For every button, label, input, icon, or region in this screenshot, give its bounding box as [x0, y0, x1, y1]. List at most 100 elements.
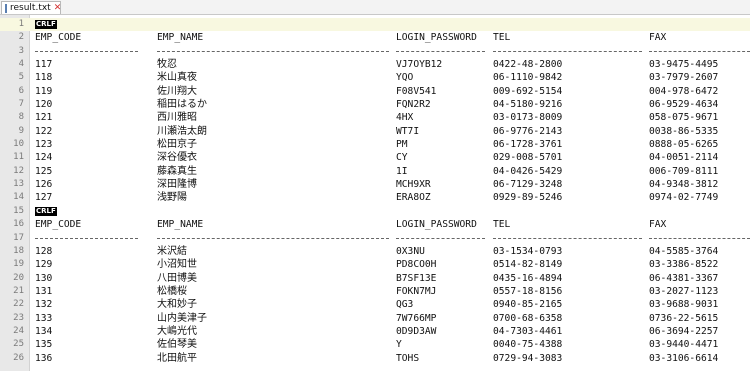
column-header: LOGIN_PASSWORD: [396, 32, 477, 44]
line-number: 25: [13, 339, 24, 350]
tab-label: result.txt: [10, 2, 51, 13]
table-cell: 04-5180-9216: [493, 99, 563, 111]
line-number: 18: [13, 245, 24, 256]
table-cell: 0435-16-4894: [493, 272, 563, 284]
table-row[interactable]: 21 131 松橋桜 FOKN7MJ 0557-18-8156 03-2027-1123: [0, 285, 750, 298]
table-cell: 130: [35, 272, 53, 284]
table-cell: 小沼知世: [157, 259, 197, 271]
file-icon: [5, 3, 7, 13]
table-row[interactable]: 23 133 山内美津子 7W766MP 0700-68-6358 0736-22-561…: [0, 312, 750, 325]
table-cell: 04-7303-4461: [493, 325, 563, 337]
line-number: 16: [13, 219, 24, 230]
table-cell: 松橋桜: [157, 285, 187, 297]
table-cell: 135: [35, 339, 53, 351]
line-number: 8: [18, 112, 24, 123]
table-cell: YQO: [396, 72, 414, 84]
table-cell: 009-692-5154: [493, 85, 563, 97]
table-row[interactable]: 7 120 稲田はるか FQN2R2 04-5180-9216 06-9529-4634: [0, 98, 750, 111]
table-row[interactable]: 8 121 西川雅昭 4HX 03-0173-8009 058-075-9671: [0, 111, 750, 124]
editor-line[interactable]: 15 CRLF: [0, 205, 750, 218]
table-cell: FOKN7MJ: [396, 285, 437, 297]
line-number: 10: [13, 139, 24, 150]
table-cell: VJ7OYB12: [396, 59, 443, 71]
table-cell: 029-008-5701: [493, 152, 563, 164]
table-row[interactable]: 6 119 佐川翔大 F08V541 009-692-5154 004-978-6472: [0, 85, 750, 98]
separator-dashes: [157, 237, 389, 239]
table-cell: 0040-75-4388: [493, 339, 563, 351]
tab-result-txt[interactable]: result.txt ✕: [1, 1, 61, 14]
editor-line[interactable]: 16 EMP_CODE EMP_NAME LOGIN_PASSWORD TEL FAX: [0, 218, 750, 231]
table-row[interactable]: 19 129 小沼知世 PD8CO0H 0514-82-8149 03-3386-8522: [0, 258, 750, 271]
table-cell: PM: [396, 139, 408, 151]
table-cell: 03-0173-8009: [493, 112, 563, 124]
line-number: 12: [13, 165, 24, 176]
editor-line[interactable]: 17: [0, 232, 750, 245]
table-cell: 深田隆博: [157, 179, 197, 191]
table-row[interactable]: 26 136 北田航平 TOHS 0729-94-3083 03-3106-6614: [0, 352, 750, 365]
table-row[interactable]: 11 124 深谷優衣 CY 029-008-5701 04-0051-2114: [0, 151, 750, 164]
table-cell: 米沢結: [157, 245, 187, 257]
table-cell: ERA8OZ: [396, 192, 431, 204]
table-cell: 浅野陽: [157, 192, 187, 204]
editor-line[interactable]: 1 CRLF: [0, 18, 750, 32]
line-number: 13: [13, 179, 24, 190]
table-cell: 川瀬浩太朗: [157, 125, 207, 137]
column-header: FAX: [649, 32, 667, 44]
table-row[interactable]: 5 118 米山真夜 YQO 06-1110-9842 03-7979-2607: [0, 71, 750, 84]
table-cell: 117: [35, 59, 53, 71]
table-cell: Y: [396, 339, 402, 351]
table-cell: 0700-68-6358: [493, 312, 563, 324]
table-row[interactable]: 25 135 佐伯琴美 Y 0040-75-4388 03-9440-4471: [0, 338, 750, 351]
table-row[interactable]: 9 122 川瀬浩太朗 WT7I 06-9776-2143 0038-86-5335: [0, 125, 750, 138]
table-row[interactable]: 18 128 米沢結 0X3NU 03-1534-0793 04-5585-3764: [0, 245, 750, 258]
editor-line[interactable]: 2 EMP_CODE EMP_NAME LOGIN_PASSWORD TEL FAX: [0, 31, 750, 44]
table-cell: 004-978-6472: [649, 85, 719, 97]
table-cell: 大嶋光代: [157, 325, 197, 337]
separator-dashes: [396, 50, 485, 52]
table-cell: 0729-94-3083: [493, 352, 563, 364]
table-cell: 119: [35, 85, 53, 97]
table-row[interactable]: 4 117 牧忍 VJ7OYB12 0422-48-2800 03-9475-4495: [0, 58, 750, 71]
table-row[interactable]: 20 130 八田博美 B7SF13E 0435-16-4894 06-4381-3367: [0, 272, 750, 285]
table-cell: 大和妙子: [157, 299, 197, 311]
table-cell: 131: [35, 285, 53, 297]
table-row[interactable]: 10 123 松田京子 PM 06-1728-3761 0888-05-6265: [0, 138, 750, 151]
table-cell: 123: [35, 139, 53, 151]
line-number: 2: [18, 32, 24, 43]
table-cell: 北田航平: [157, 352, 197, 364]
column-header: EMP_NAME: [157, 32, 204, 44]
table-cell: 03-9440-4471: [649, 339, 719, 351]
table-cell: 牧忍: [157, 59, 177, 71]
table-cell: 松田京子: [157, 139, 197, 151]
table-cell: TOHS: [396, 352, 420, 364]
editor[interactable]: 1 CRLF 2 EMP_CODE EMP_NAME LOGIN_PASSWORD TEL F…: [0, 15, 750, 371]
table-cell: FQN2R2: [396, 99, 431, 111]
table-cell: 127: [35, 192, 53, 204]
table-cell: 0929-89-5246: [493, 192, 563, 204]
table-cell: 藤森真生: [157, 165, 197, 177]
table-cell: 118: [35, 72, 53, 84]
table-cell: 124: [35, 152, 53, 164]
table-row[interactable]: 22 132 大和妙子 QG3 0940-85-2165 03-9688-9031: [0, 298, 750, 311]
table-cell: 03-9688-9031: [649, 299, 719, 311]
line-number: 14: [13, 192, 24, 203]
table-cell: 04-5585-3764: [649, 245, 719, 257]
table-cell: 120: [35, 99, 53, 111]
table-cell: 04-9348-3812: [649, 179, 719, 191]
table-row[interactable]: 13 126 深田隆博 MCH9XR 06-7129-3248 04-9348-3812: [0, 178, 750, 191]
table-row[interactable]: 14 127 浅野陽 ERA8OZ 0929-89-5246 0974-02-7749: [0, 191, 750, 204]
table-cell: 03-7979-2607: [649, 72, 719, 84]
table-row[interactable]: 12 125 藤森真生 1I 04-0426-5429 006-709-8111: [0, 165, 750, 178]
table-cell: 0557-18-8156: [493, 285, 563, 297]
table-cell: 006-709-8111: [649, 165, 719, 177]
table-cell: CY: [396, 152, 408, 164]
table-cell: 122: [35, 125, 53, 137]
close-icon[interactable]: ✕: [54, 3, 62, 14]
table-cell: 山内美津子: [157, 312, 207, 324]
table-cell: 0X3NU: [396, 245, 425, 257]
separator-dashes: [649, 50, 750, 52]
editor-line[interactable]: 3: [0, 45, 750, 58]
table-row[interactable]: 24 134 大嶋光代 0D9D3AW 04-7303-4461 06-3694-2257: [0, 325, 750, 338]
table-cell: 125: [35, 165, 53, 177]
line-number: 7: [18, 99, 24, 110]
